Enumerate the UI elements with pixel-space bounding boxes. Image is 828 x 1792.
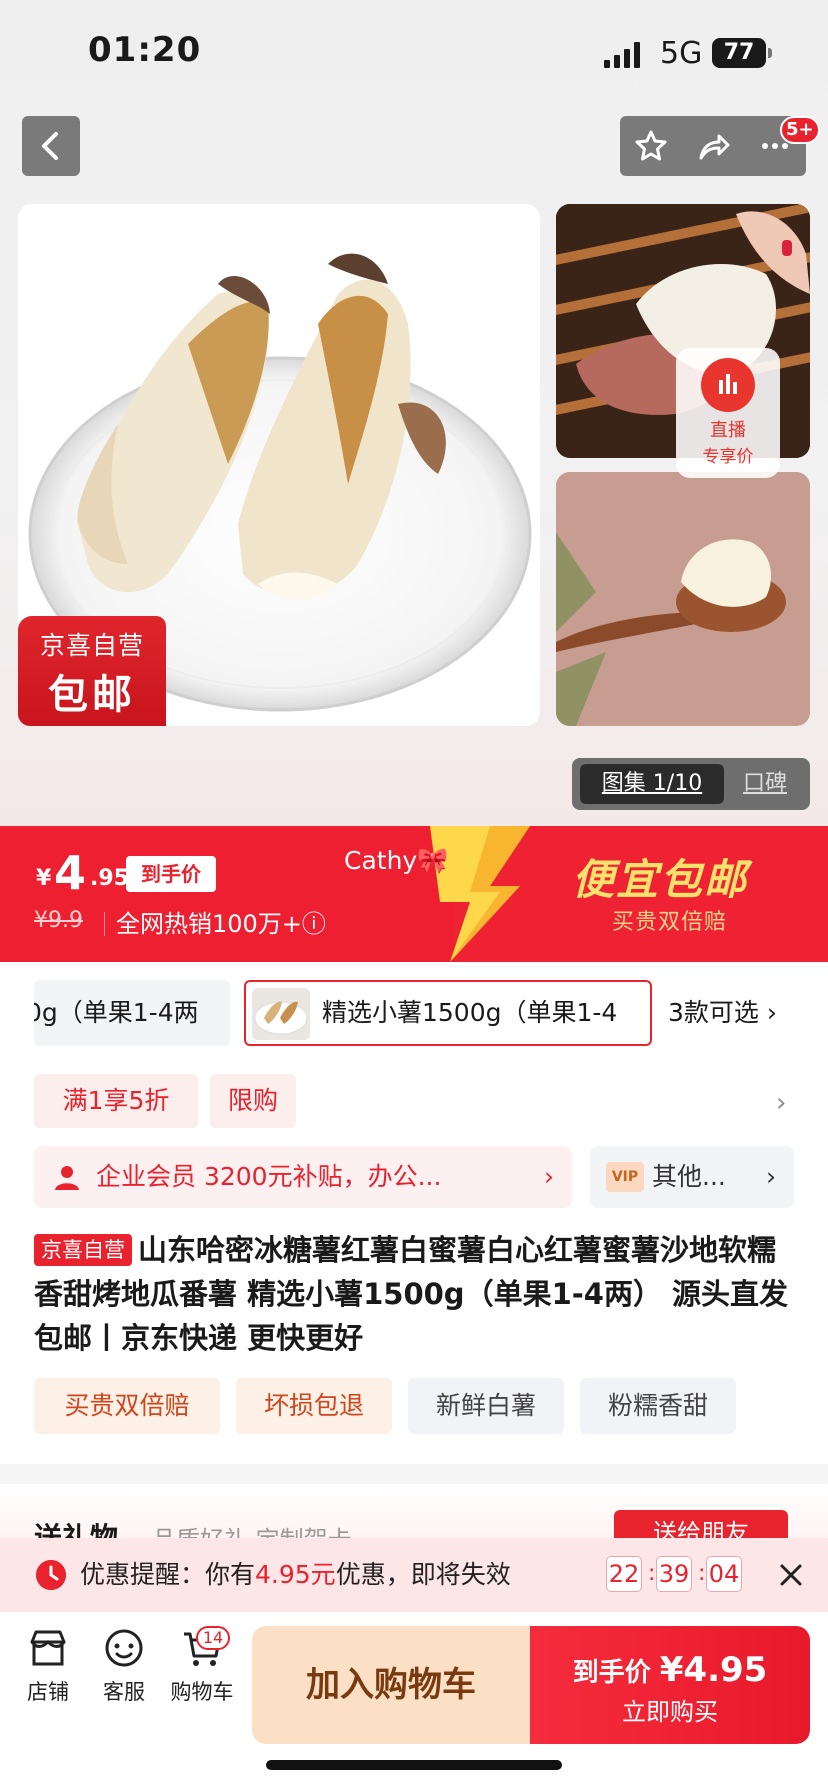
tab-album[interactable]: 图集 1/10 bbox=[580, 764, 724, 804]
stamp-line1: 京喜自营 bbox=[39, 631, 144, 660]
vip-other-banner[interactable]: VIP 其他... › bbox=[590, 1146, 794, 1208]
product-title: 京喜自营 山东哈密冰糖薯红薯白蜜薯白心红薯蜜薯沙地软糯香甜烤地瓜番薯 精选小薯15… bbox=[34, 1228, 798, 1360]
close-icon[interactable] bbox=[776, 1560, 806, 1590]
shop-button[interactable]: 店铺 bbox=[10, 1626, 86, 1706]
live-label: 直播 bbox=[710, 420, 746, 441]
battery-icon: 77 bbox=[712, 38, 772, 68]
slogan-title: 便宜包邮 bbox=[572, 855, 749, 904]
share-icon[interactable] bbox=[695, 128, 731, 164]
feature-tag[interactable]: 新鲜白薯 bbox=[408, 1378, 564, 1434]
feature-tag[interactable]: 粉糯香甜 bbox=[580, 1378, 736, 1434]
stamp-line2: 包邮 bbox=[48, 672, 136, 718]
back-button[interactable] bbox=[22, 116, 80, 176]
store-icon bbox=[30, 1630, 66, 1666]
countdown-hours: 22 bbox=[606, 1556, 642, 1592]
watermark-text: Cathy🎀 bbox=[344, 846, 449, 875]
original-price: ¥9.9 bbox=[34, 908, 83, 933]
vip-icon: VIP bbox=[606, 1162, 644, 1192]
reminder-amount: 4.95元 bbox=[255, 1560, 336, 1589]
customer-service-button[interactable]: 客服 bbox=[86, 1626, 162, 1706]
buy-price-label: 到手价 bbox=[572, 1658, 651, 1688]
self-operated-badge: 京喜自营 bbox=[34, 1234, 132, 1266]
chevron-right-icon: › bbox=[766, 1162, 776, 1191]
countdown-separator: : bbox=[698, 1561, 706, 1586]
tab-review[interactable]: 口碑 bbox=[730, 764, 800, 804]
network-type: 5G bbox=[660, 36, 703, 71]
price-currency: ¥ bbox=[36, 866, 52, 891]
top-actions bbox=[620, 116, 806, 176]
buy-now-label: 立即购买 bbox=[622, 1698, 718, 1726]
chevron-right-icon: › bbox=[544, 1162, 554, 1191]
sku-thumbnail bbox=[252, 988, 310, 1040]
product-title-text: 山东哈密冰糖薯红薯白蜜薯白心红薯蜜薯沙地软糯香甜烤地瓜番薯 精选小薯1500g（… bbox=[34, 1233, 789, 1355]
status-time: 01:20 bbox=[88, 30, 202, 70]
chevron-left-icon bbox=[42, 132, 58, 160]
reminder-text: 优惠提醒：你有4.95元优惠，即将失效 bbox=[80, 1558, 511, 1592]
live-price-badge[interactable]: 直播 专享价 bbox=[676, 348, 780, 478]
thumbnail-2[interactable] bbox=[556, 472, 810, 726]
enterprise-member-banner[interactable]: 企业会员 3200元补贴，办公... › bbox=[34, 1146, 572, 1208]
reminder-suffix: 优惠，即将失效 bbox=[335, 1560, 511, 1589]
sku-count-link[interactable]: 3款可选 › bbox=[668, 980, 777, 1046]
price-integer: 4 bbox=[54, 846, 87, 900]
notification-badge: 5+ bbox=[780, 116, 820, 144]
thumbnail-spoon-image bbox=[556, 472, 810, 726]
chat-icon bbox=[105, 1629, 143, 1667]
buy-now-button[interactable]: 到手价 ¥4.95 立即购买 bbox=[530, 1626, 810, 1744]
shop-label: 店铺 bbox=[27, 1680, 69, 1704]
sku-option-1[interactable]: 0g（单果1-4两 bbox=[34, 980, 230, 1046]
hand-price-tag: 到手价 bbox=[126, 856, 216, 892]
chevron-right-icon[interactable]: › bbox=[776, 1088, 786, 1118]
signal-icon bbox=[604, 42, 640, 68]
section-divider bbox=[0, 1464, 828, 1484]
add-to-cart-button[interactable]: 加入购物车 bbox=[252, 1626, 530, 1744]
clock-icon bbox=[36, 1560, 66, 1590]
home-indicator[interactable] bbox=[266, 1760, 562, 1770]
service-label: 客服 bbox=[103, 1680, 145, 1704]
live-icon bbox=[701, 358, 755, 412]
buy-price: ¥4.95 bbox=[659, 1650, 768, 1690]
live-sublabel: 专享价 bbox=[702, 447, 754, 467]
sku-option-2[interactable]: 精选小薯1500g（单果1-4 bbox=[244, 980, 652, 1046]
vip-text: 其他... bbox=[652, 1162, 726, 1191]
self-operated-stamp: 京喜自营 包邮 bbox=[18, 616, 166, 726]
cart-count-badge: 14 bbox=[196, 1626, 230, 1650]
sku-option-label: 精选小薯1500g（单果1-4 bbox=[322, 998, 618, 1027]
service-tag[interactable]: 买贵双倍赔 bbox=[34, 1378, 220, 1434]
slogan-subtitle: 买贵双倍赔 bbox=[612, 910, 728, 935]
hot-sales-text[interactable]: 全网热销100万+ⓘ bbox=[116, 904, 326, 939]
divider bbox=[104, 912, 105, 936]
reminder-prefix: 优惠提醒：你有 bbox=[80, 1560, 256, 1589]
member-text: 企业会员 3200元补贴，办公... bbox=[96, 1162, 442, 1191]
countdown-minutes: 39 bbox=[656, 1556, 692, 1592]
service-tag[interactable]: 坏损包退 bbox=[236, 1378, 392, 1434]
price-decimal: .95 bbox=[90, 866, 129, 891]
limited-purchase-tag[interactable]: 限购 bbox=[210, 1074, 296, 1128]
cart-label: 购物车 bbox=[170, 1680, 234, 1704]
user-icon bbox=[55, 1166, 79, 1190]
countdown-seconds: 04 bbox=[706, 1556, 742, 1592]
countdown-separator: : bbox=[648, 1561, 656, 1586]
discount-tag[interactable]: 满1享5折 bbox=[34, 1074, 198, 1128]
star-icon[interactable] bbox=[633, 128, 669, 164]
